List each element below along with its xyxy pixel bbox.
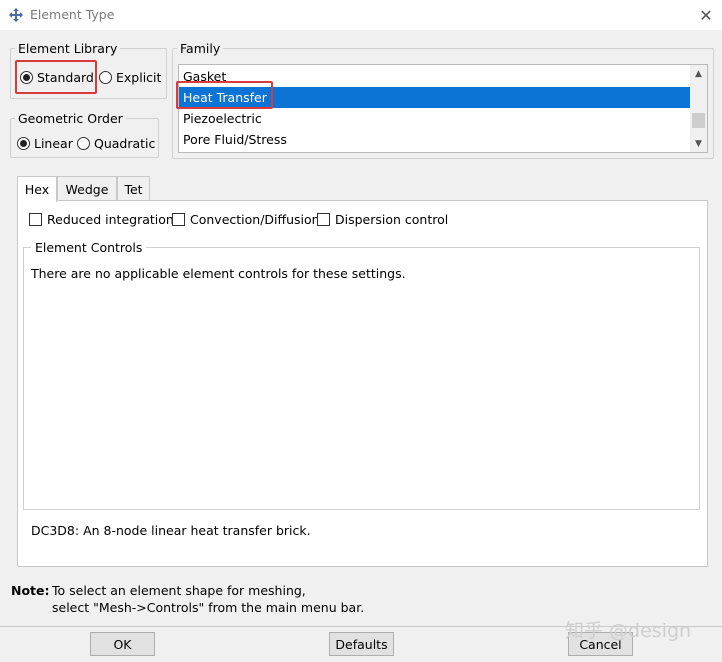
checkbox-dispersion-control-label: Dispersion control (335, 212, 449, 227)
checkbox-reduced-integration[interactable]: Reduced integration (29, 212, 174, 227)
element-description: DC3D8: An 8-node linear heat transfer br… (31, 523, 311, 538)
radio-standard-dot[interactable] (20, 71, 33, 84)
scroll-up-icon[interactable]: ▲ (690, 65, 707, 82)
ok-button[interactable]: OK (90, 632, 155, 656)
close-icon[interactable]: ✕ (690, 0, 722, 30)
radio-quadratic[interactable]: Quadratic (77, 136, 155, 151)
scroll-thumb[interactable] (692, 113, 705, 128)
footer-divider (0, 626, 722, 627)
app-icon (9, 8, 23, 22)
radio-linear-label: Linear (34, 136, 73, 151)
checkbox-dispersion-control-box[interactable] (317, 213, 330, 226)
checkbox-dispersion-control[interactable]: Dispersion control (317, 212, 448, 227)
tab-tet[interactable]: Tet (117, 176, 150, 201)
radio-linear-dot[interactable] (17, 137, 30, 150)
tab-wedge[interactable]: Wedge (57, 176, 117, 201)
geometric-order-legend: Geometric Order (18, 111, 123, 126)
checkbox-convection-diffusion-label: Convection/Diffusion (190, 212, 320, 227)
radio-linear[interactable]: Linear (17, 136, 73, 151)
checkbox-convection-diffusion[interactable]: Convection/Diffusion (172, 212, 320, 227)
defaults-button[interactable]: Defaults (329, 632, 394, 656)
scroll-down-icon[interactable]: ▼ (690, 135, 707, 152)
window-title: Element Type (30, 7, 115, 22)
radio-explicit-label: Explicit (116, 70, 162, 85)
family-legend: Family (180, 41, 221, 56)
family-item-piezoelectric[interactable]: Piezoelectric (179, 108, 690, 129)
cancel-button[interactable]: Cancel (568, 632, 633, 656)
family-item-pore-fluid-stress[interactable]: Pore Fluid/Stress (179, 129, 690, 150)
tab-hex[interactable]: Hex (17, 176, 57, 202)
family-listbox[interactable]: Gasket Heat Transfer Piezoelectric Pore … (178, 64, 708, 153)
note-line-1: To select an element shape for meshing, (52, 583, 306, 598)
checkbox-convection-diffusion-box[interactable] (172, 213, 185, 226)
family-item-heat-transfer[interactable]: Heat Transfer (179, 87, 690, 108)
family-item-gasket[interactable]: Gasket (179, 66, 690, 87)
radio-explicit[interactable]: Explicit (99, 70, 161, 85)
radio-explicit-dot[interactable] (99, 71, 112, 84)
element-controls-legend: Element Controls (31, 240, 147, 255)
element-controls-message: There are no applicable element controls… (31, 266, 406, 281)
radio-quadratic-label: Quadratic (94, 136, 156, 151)
family-scrollbar[interactable]: ▲ ▼ (690, 65, 707, 152)
radio-quadratic-dot[interactable] (77, 137, 90, 150)
note-label: Note: (11, 583, 50, 598)
radio-standard[interactable]: Standard (20, 70, 94, 85)
checkbox-reduced-integration-box[interactable] (29, 213, 42, 226)
element-library-legend: Element Library (18, 41, 118, 56)
note-line-2: select "Mesh->Controls" from the main me… (52, 600, 365, 615)
checkbox-reduced-integration-label: Reduced integration (47, 212, 174, 227)
element-controls-group (23, 247, 700, 510)
title-bar: Element Type ✕ (0, 0, 722, 30)
radio-standard-label: Standard (37, 70, 94, 85)
